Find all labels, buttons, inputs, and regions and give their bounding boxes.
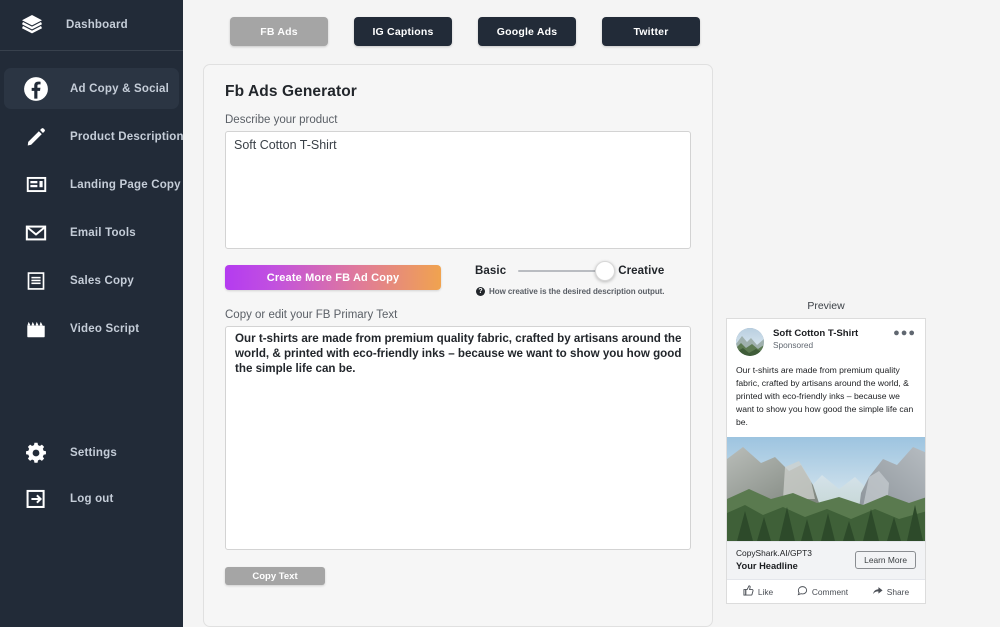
app-root: Dashboard Ad Copy & Social	[0, 0, 1000, 627]
question-mark-icon: ?	[476, 287, 485, 296]
copy-text-button[interactable]: Copy Text	[225, 567, 325, 585]
comment-label: Comment	[812, 587, 848, 597]
preview-sponsored-label: Sponsored	[773, 340, 893, 350]
sidebar-item-label: Sales Copy	[70, 275, 134, 287]
preview-headline: Your Headline	[736, 560, 812, 573]
sidebar-item-label: Settings	[70, 447, 117, 459]
sidebar-item-label: Landing Page Copy	[70, 179, 181, 191]
share-label: Share	[887, 587, 909, 597]
preview-meta-text: CopyShark.AI/GPT3 Your Headline	[736, 548, 812, 572]
creativity-slider-group: Basic Creative ? How creative is the des…	[475, 265, 664, 296]
preview-domain: CopyShark.AI/GPT3	[736, 548, 812, 559]
sidebar-item-sales-copy[interactable]: Sales Copy	[4, 260, 179, 301]
preview-page-name: Soft Cotton T-Shirt	[773, 328, 893, 339]
preview-page-info: Soft Cotton T-Shirt Sponsored	[773, 328, 893, 350]
slider-hint: ? How creative is the desired descriptio…	[476, 287, 664, 296]
sidebar-brand-label: Dashboard	[66, 19, 128, 31]
sidebar-item-settings[interactable]: Settings	[4, 432, 179, 473]
tab-ig-captions[interactable]: IG Captions	[354, 17, 452, 46]
share-action[interactable]: Share	[872, 585, 909, 598]
fb-primary-text-input[interactable]	[225, 326, 691, 550]
learn-more-button[interactable]: Learn More	[855, 551, 916, 569]
tab-fb-ads[interactable]: FB Ads	[230, 17, 328, 46]
gear-icon	[18, 441, 54, 465]
comment-action[interactable]: Comment	[797, 585, 848, 598]
ellipsis-icon[interactable]: ●●●	[893, 328, 916, 338]
facebook-ad-preview-card: Soft Cotton T-Shirt Sponsored ●●● Our t-…	[726, 318, 926, 604]
logout-icon	[18, 488, 54, 510]
preview-body-text: Our t-shirts are made from premium quali…	[727, 362, 925, 437]
avatar	[736, 328, 764, 356]
document-icon	[18, 271, 54, 291]
sidebar-item-email-tools[interactable]: Email Tools	[4, 212, 179, 253]
slider-hint-text: How creative is the desired description …	[489, 287, 664, 296]
sidebar-item-label: Video Script	[70, 323, 139, 335]
preview-title: Preview	[726, 300, 926, 312]
preview-link-meta: CopyShark.AI/GPT3 Your Headline Learn Mo…	[727, 541, 925, 579]
sidebar-item-label: Product Description	[70, 131, 184, 143]
preview-actions: Like Comment	[727, 579, 925, 603]
clapboard-icon	[18, 318, 54, 340]
describe-product-label: Describe your product	[225, 114, 691, 126]
facebook-icon	[18, 76, 54, 102]
tab-twitter[interactable]: Twitter	[602, 17, 700, 46]
layers-icon	[14, 13, 50, 37]
create-more-fb-ad-copy-button[interactable]: Create More FB Ad Copy	[225, 265, 441, 290]
creativity-slider[interactable]	[518, 270, 606, 272]
generator-tabs: FB Ads IG Captions Google Ads Twitter	[183, 0, 1000, 46]
like-label: Like	[758, 587, 773, 597]
page-title: Fb Ads Generator	[225, 83, 691, 101]
envelope-icon	[18, 222, 54, 244]
preview-panel: Preview	[726, 300, 926, 604]
sidebar-item-video-script[interactable]: Video Script	[4, 308, 179, 349]
sidebar-item-product-description[interactable]: Product Description	[4, 116, 179, 157]
sidebar-footer-nav: Settings Log out	[0, 432, 183, 524]
sidebar-nav: Ad Copy & Social Product Description	[0, 51, 183, 356]
sidebar-item-label: Email Tools	[70, 227, 136, 239]
slider-handle[interactable]	[595, 261, 615, 281]
pencil-icon	[18, 126, 54, 148]
sidebar: Dashboard Ad Copy & Social	[0, 0, 183, 627]
slider-max-label: Creative	[618, 265, 664, 277]
sidebar-item-ad-copy-social[interactable]: Ad Copy & Social	[4, 68, 179, 109]
sidebar-item-landing-page-copy[interactable]: Landing Page Copy	[4, 164, 179, 205]
generator-card: Fb Ads Generator Describe your product C…	[203, 64, 713, 627]
primary-text-label: Copy or edit your FB Primary Text	[225, 309, 691, 321]
sidebar-item-log-out[interactable]: Log out	[4, 478, 179, 519]
like-action[interactable]: Like	[743, 585, 773, 598]
layout-icon	[18, 174, 54, 195]
describe-product-input[interactable]	[225, 131, 691, 249]
preview-header: Soft Cotton T-Shirt Sponsored ●●●	[727, 319, 925, 362]
generate-row: Create More FB Ad Copy Basic Creative ? …	[225, 265, 691, 296]
comment-bubble-icon	[797, 585, 808, 598]
preview-image	[727, 437, 926, 541]
sidebar-item-label: Ad Copy & Social	[70, 83, 169, 95]
main-content: FB Ads IG Captions Google Ads Twitter Fb…	[183, 0, 1000, 627]
sidebar-item-label: Log out	[70, 493, 114, 505]
sidebar-brand[interactable]: Dashboard	[0, 0, 183, 51]
thumbs-up-icon	[743, 585, 754, 598]
share-arrow-icon	[872, 585, 883, 598]
tab-google-ads[interactable]: Google Ads	[478, 17, 576, 46]
slider-min-label: Basic	[475, 265, 506, 277]
